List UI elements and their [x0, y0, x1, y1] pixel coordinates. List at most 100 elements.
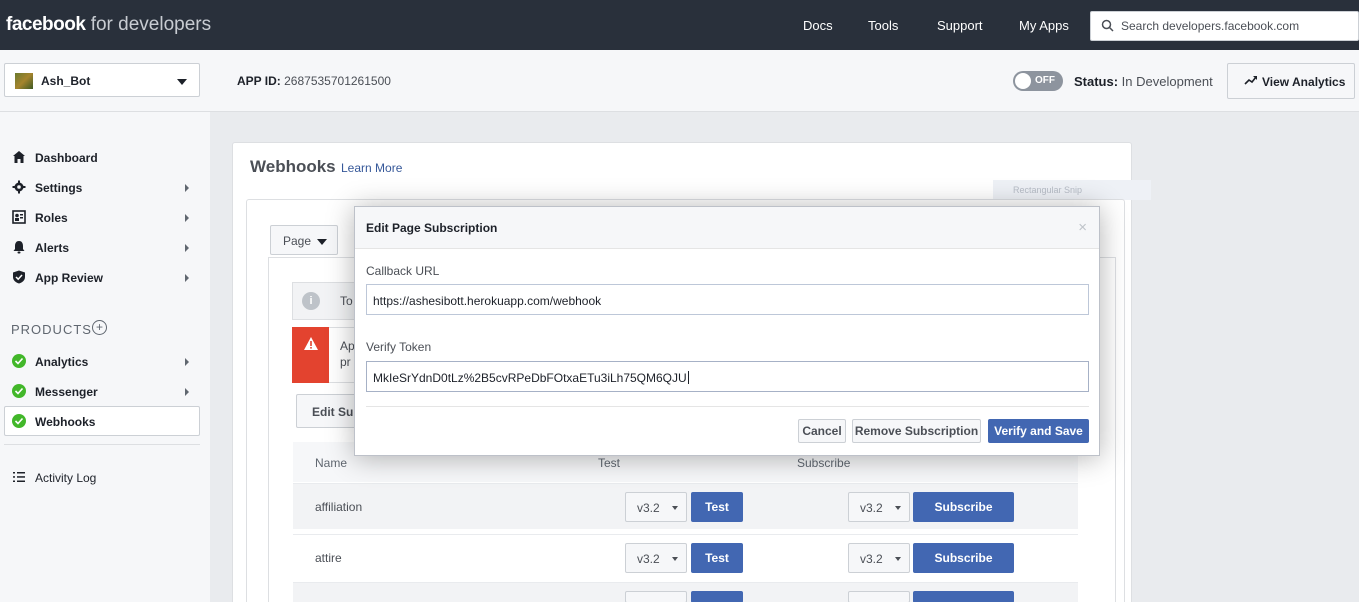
- snip-label: Rectangular Snip: [1013, 185, 1083, 195]
- dialog-footer-divider: [366, 406, 1089, 407]
- chevron-down-icon: [895, 506, 901, 510]
- chevron-right-icon: [185, 388, 189, 396]
- sidebar-item-activity-log[interactable]: Activity Log: [4, 462, 200, 492]
- search-icon: [1101, 19, 1114, 32]
- search-input[interactable]: [1121, 17, 1351, 35]
- chevron-down-icon: [672, 557, 678, 561]
- sidebar-item-label: App Review: [35, 271, 104, 285]
- sidebar-item-label: Dashboard: [35, 151, 98, 165]
- test-version-dropdown[interactable]: v3.2: [625, 543, 687, 573]
- page-dropdown-label: Page: [283, 234, 312, 248]
- version-label: v3.2: [860, 552, 883, 566]
- text-cursor: [687, 371, 689, 384]
- chevron-down-icon: [317, 239, 327, 245]
- app-id: APP ID: 2687535701261500: [237, 74, 391, 88]
- callback-url-field[interactable]: https://ashesibott.herokuapp.com/webhook: [366, 284, 1089, 315]
- bell-icon: [13, 241, 25, 254]
- test-button[interactable]: [691, 591, 743, 602]
- nav-docs[interactable]: Docs: [803, 18, 833, 33]
- sidebar-item-messenger[interactable]: Messenger: [4, 376, 200, 406]
- cancel-button[interactable]: Cancel: [798, 419, 846, 443]
- sidebar-item-settings[interactable]: Settings: [4, 172, 200, 202]
- subscribe-button[interactable]: [913, 591, 1014, 602]
- chevron-right-icon: [185, 244, 189, 252]
- nav-tools[interactable]: Tools: [868, 18, 898, 33]
- info-notice-text: To: [340, 294, 353, 308]
- add-product-icon[interactable]: +: [92, 320, 107, 335]
- view-analytics-button[interactable]: View Analytics: [1227, 63, 1355, 99]
- subscribe-button[interactable]: Subscribe: [913, 543, 1014, 573]
- warning-text-line2: pr: [340, 355, 351, 369]
- chevron-down-icon: [672, 506, 678, 510]
- test-button[interactable]: Test: [691, 543, 743, 573]
- sidebar-item-label: Roles: [35, 211, 68, 225]
- sidebar-item-label: Alerts: [35, 241, 70, 255]
- warning-icon: [304, 337, 318, 350]
- column-header-name: Name: [315, 456, 348, 470]
- warning-text-line1: Ap: [340, 339, 355, 353]
- verify-token-value: MkIeSrYdnD0tLz%2B5cvRPeDbFOtxaETu3iLh75Q…: [373, 371, 687, 385]
- sidebar-item-label: Settings: [35, 181, 83, 195]
- sidebar-item-app-review[interactable]: App Review: [4, 262, 200, 292]
- version-label: v3.2: [637, 501, 660, 515]
- sidebar-item-dashboard[interactable]: Dashboard: [4, 142, 200, 172]
- field-name: affiliation: [315, 500, 363, 514]
- top-navigation-bar: facebook for developers Docs Tools Suppo…: [0, 0, 1359, 50]
- roles-icon: [12, 210, 26, 224]
- sidebar-item-label: Activity Log: [35, 471, 97, 485]
- app-name: Ash_Bot: [41, 74, 91, 88]
- subscribe-version-dropdown[interactable]: v3.2: [848, 543, 910, 573]
- subscribe-version-dropdown[interactable]: [848, 591, 910, 602]
- edit-page-subscription-dialog: Edit Page Subscription × Callback URL ht…: [354, 206, 1100, 456]
- app-header-bar: Ash_Bot APP ID: 2687535701261500 OFF Sta…: [0, 50, 1359, 112]
- nav-my-apps[interactable]: My Apps: [1019, 18, 1069, 33]
- chevron-down-icon: [177, 79, 187, 85]
- sidebar-item-roles[interactable]: Roles: [4, 202, 200, 232]
- app-selector-dropdown[interactable]: Ash_Bot: [4, 63, 200, 97]
- sidebar-item-alerts[interactable]: Alerts: [4, 232, 200, 262]
- sidebar-divider: [4, 444, 200, 445]
- column-header-subscribe: Subscribe: [797, 456, 851, 470]
- page-title: Webhooks: [250, 157, 336, 176]
- test-version-dropdown[interactable]: v3.2: [625, 492, 687, 522]
- dialog-title: Edit Page Subscription: [366, 221, 498, 235]
- check-circle-icon: [12, 414, 26, 428]
- check-circle-icon: [12, 354, 26, 368]
- chevron-right-icon: [185, 214, 189, 222]
- learn-more-link[interactable]: Learn More: [341, 161, 402, 175]
- nav-support[interactable]: Support: [937, 18, 983, 33]
- chevron-down-icon: [895, 557, 901, 561]
- sidebar-item-label: Messenger: [35, 385, 98, 399]
- sidebar-item-analytics[interactable]: Analytics: [4, 346, 200, 376]
- sidebar: Dashboard Settings Roles Alerts App Revi…: [0, 112, 210, 602]
- app-mode-toggle[interactable]: OFF: [1013, 71, 1063, 91]
- trending-up-icon: [1244, 76, 1257, 85]
- chevron-right-icon: [185, 184, 189, 192]
- page-object-dropdown[interactable]: Page: [270, 225, 338, 255]
- facebook-developers-logo[interactable]: facebook for developers: [6, 14, 211, 36]
- subscribe-version-dropdown[interactable]: v3.2: [848, 492, 910, 522]
- test-version-dropdown[interactable]: [625, 591, 687, 602]
- callback-url-value: https://ashesibott.herokuapp.com/webhook: [373, 294, 602, 308]
- column-header-test: Test: [598, 456, 621, 470]
- close-icon[interactable]: ×: [1078, 219, 1087, 236]
- callback-url-label: Callback URL: [366, 264, 440, 278]
- app-status: Status: In Development: [1074, 74, 1213, 89]
- verify-token-field[interactable]: MkIeSrYdnD0tLz%2B5cvRPeDbFOtxaETu3iLh75Q…: [366, 361, 1089, 392]
- table-row: [293, 582, 1078, 602]
- test-button[interactable]: Test: [691, 492, 743, 522]
- remove-subscription-button[interactable]: Remove Subscription: [852, 419, 981, 443]
- verify-token-label: Verify Token: [366, 340, 432, 354]
- list-icon: [13, 472, 25, 482]
- edit-subscription-button[interactable]: Edit Sub: [296, 394, 362, 428]
- toggle-knob: [1015, 73, 1031, 89]
- chevron-right-icon: [185, 274, 189, 282]
- subscribe-button[interactable]: Subscribe: [913, 492, 1014, 522]
- verify-and-save-button[interactable]: Verify and Save: [988, 419, 1089, 443]
- check-circle-icon: [12, 384, 26, 398]
- sidebar-item-webhooks[interactable]: Webhooks: [4, 406, 200, 436]
- sidebar-item-label: Webhooks: [35, 415, 96, 429]
- products-heading: PRODUCTS: [11, 322, 92, 337]
- dialog-header: Edit Page Subscription ×: [355, 207, 1099, 249]
- search-box[interactable]: [1090, 11, 1359, 41]
